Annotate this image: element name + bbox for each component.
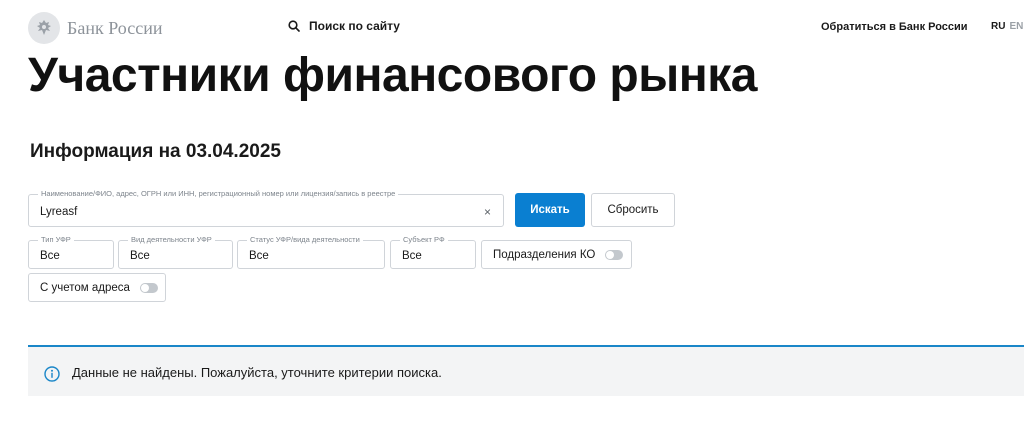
site-search-link[interactable]: Поиск по сайту bbox=[288, 19, 400, 33]
filter-label: Тип УФР bbox=[38, 235, 74, 245]
filter-label: Вид деятельности УФР bbox=[128, 235, 215, 245]
filter-region[interactable]: Субъект РФ Все bbox=[390, 235, 476, 269]
filter-label: Статус УФР/вида деятельности bbox=[247, 235, 363, 245]
address-toggle-label: С учетом адреса bbox=[40, 281, 130, 294]
search-button[interactable]: Искать bbox=[515, 193, 585, 227]
search-icon bbox=[288, 20, 300, 32]
lang-en-link[interactable]: EN bbox=[1009, 21, 1023, 32]
toggle-knob bbox=[140, 283, 149, 292]
branches-toggle[interactable]: Подразделения КО bbox=[481, 240, 632, 269]
search-field[interactable]: Наименование/ФИО, адрес, ОГРН или ИНН, р… bbox=[28, 189, 504, 227]
branches-toggle-label: Подразделения КО bbox=[493, 248, 596, 261]
info-icon bbox=[44, 366, 60, 382]
no-results-alert: Данные не найдены. Пожалуйста, уточните … bbox=[28, 345, 1024, 396]
filter-value: Все bbox=[40, 250, 60, 262]
toggle-knob bbox=[606, 250, 615, 259]
logo-link[interactable]: Банк России bbox=[28, 12, 162, 44]
search-input[interactable]: Lyreasf bbox=[40, 205, 77, 219]
logo-text: Банк России bbox=[67, 17, 163, 38]
page-title: Участники финансового рынка bbox=[28, 49, 757, 102]
info-date-heading: Информация на 03.04.2025 bbox=[30, 141, 281, 162]
toggle-switch[interactable] bbox=[605, 249, 624, 260]
filter-label: Субъект РФ bbox=[400, 235, 448, 245]
reset-button[interactable]: Сбросить bbox=[591, 193, 675, 227]
lang-ru-link[interactable]: RU bbox=[991, 21, 1005, 32]
filter-ufr-activity[interactable]: Вид деятельности УФР Все bbox=[118, 235, 233, 269]
emblem-icon bbox=[28, 12, 60, 44]
language-switcher: RU EN bbox=[991, 21, 1023, 32]
alert-message: Данные не найдены. Пожалуйста, уточните … bbox=[72, 365, 442, 380]
filter-value: Все bbox=[249, 250, 269, 262]
site-search-label: Поиск по сайту bbox=[309, 19, 400, 33]
toggle-switch[interactable] bbox=[139, 282, 158, 293]
contact-bank-link[interactable]: Обратиться в Банк России bbox=[821, 21, 968, 33]
filter-ufr-status[interactable]: Статус УФР/вида деятельности Все bbox=[237, 235, 385, 269]
search-field-label: Наименование/ФИО, адрес, ОГРН или ИНН, р… bbox=[38, 189, 399, 199]
filter-ufr-type[interactable]: Тип УФР Все bbox=[28, 235, 114, 269]
address-toggle[interactable]: С учетом адреса bbox=[28, 273, 166, 302]
filter-value: Все bbox=[402, 250, 422, 262]
filter-value: Все bbox=[130, 250, 150, 262]
clear-icon[interactable]: × bbox=[484, 205, 491, 219]
